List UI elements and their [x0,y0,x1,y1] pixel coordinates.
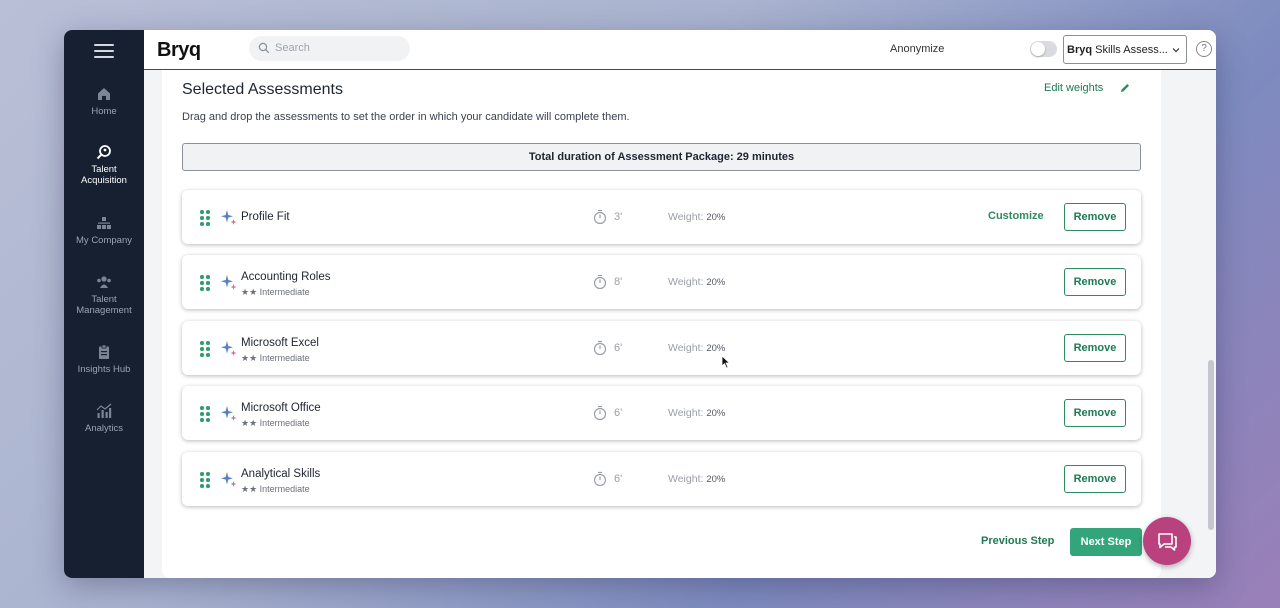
search-placeholder: Search [275,42,310,54]
sparkle-icon [221,406,237,421]
search-input[interactable]: Search [249,36,410,61]
sidebar-item-home[interactable]: Home [64,86,144,117]
timer-icon [593,274,607,290]
org-chart-icon [97,217,111,229]
sidebar-item-label: Talent Acquisition [81,164,127,186]
scrollbar[interactable] [1208,360,1214,530]
sparkle-icon [221,341,237,356]
assessment-duration: 8' [614,276,623,288]
analytics-icon [96,403,112,418]
mouse-cursor-icon [721,355,731,369]
timer-icon [593,340,607,356]
hamburger-menu-icon[interactable] [94,44,114,58]
remove-button[interactable]: Remove [1064,203,1126,231]
help-icon[interactable]: ? [1196,41,1212,57]
sidebar-item-label: Talent Management [76,294,132,316]
assessment-name: Microsoft Excel [241,337,319,349]
assessment-duration: 6' [614,473,623,485]
assessment-name: Analytical Skills [241,468,321,480]
assessment-row[interactable]: Profile Fit 3' Weight: 20% Customize Rem… [182,190,1141,244]
edit-weights-link[interactable]: Edit weights [1044,82,1103,94]
sparkle-icon [221,210,237,225]
app-window: Home Talent Acquisition My Company Talen… [64,30,1216,578]
selected-assessments-card: Selected Assessments Edit weights Drag a… [162,70,1161,578]
assessment-weight: Weight: 20% [668,473,726,485]
sidebar-item-my-company[interactable]: My Company [64,215,144,246]
timer-icon [593,471,607,487]
assessment-weight: Weight: 20% [668,407,726,419]
remove-button[interactable]: Remove [1064,268,1126,296]
anonymize-label: Anonymize [890,43,945,55]
assessment-level: ★★ Intermediate [241,484,310,494]
chevron-down-icon [1172,48,1180,53]
drag-handle-icon[interactable] [200,472,210,488]
assessment-duration: 3' [614,211,623,223]
sidebar-item-label: Analytics [84,423,123,434]
total-duration-banner: Total duration of Assessment Package: 29… [182,143,1141,171]
search-icon [258,42,270,54]
top-bar: Bryq Search Anonymize Bryq Skills Assess… [144,30,1216,70]
timer-icon [593,209,607,225]
page-title: Selected Assessments [182,81,343,98]
home-icon [98,88,110,100]
chat-button[interactable] [1143,517,1191,565]
drag-handle-icon[interactable] [200,406,210,422]
anonymize-toggle[interactable] [1030,41,1057,57]
bryq-logo[interactable]: Bryq [157,39,201,62]
timer-icon [593,405,607,421]
people-icon [97,276,111,288]
pencil-icon[interactable] [1119,82,1131,94]
assessment-name: Profile Fit [241,211,290,223]
drag-handle-icon[interactable] [200,341,210,357]
sidebar-item-insights-hub[interactable]: Insights Hub [64,344,144,375]
sidebar-item-label: Home [91,106,117,117]
assessment-row[interactable]: Microsoft Office ★★ Intermediate 6' Weig… [182,386,1141,440]
assessment-row[interactable]: Microsoft Excel ★★ Intermediate 6' Weigh… [182,321,1141,375]
sidebar-item-analytics[interactable]: Analytics [64,403,144,434]
sidebar-item-label: My Company [76,235,132,246]
select-value: Skills Assess... [1095,44,1168,56]
sidebar: Home Talent Acquisition My Company Talen… [64,30,144,578]
remove-button[interactable]: Remove [1064,465,1126,493]
drag-handle-icon[interactable] [200,210,210,226]
sidebar-item-label: Insights Hub [77,364,131,375]
sparkle-icon [221,275,237,290]
assessment-level: ★★ Intermediate [241,287,310,297]
chat-icon [1158,533,1177,551]
sidebar-item-talent-acquisition[interactable]: Talent Acquisition [64,144,144,186]
talent-acquisition-icon [96,145,111,160]
assessment-package-select[interactable]: Bryq Skills Assess... [1063,35,1187,64]
assessment-weight: Weight: 20% [668,342,726,354]
assessment-weight: Weight: 20% [668,276,726,288]
assessment-level: ★★ Intermediate [241,353,310,363]
customize-button[interactable]: Customize [988,210,1044,222]
assessment-row[interactable]: Analytical Skills ★★ Intermediate 6' Wei… [182,452,1141,506]
clipboard-icon [99,344,109,359]
assessment-name: Accounting Roles [241,271,331,283]
sparkle-icon [221,472,237,487]
remove-button[interactable]: Remove [1064,334,1126,362]
previous-step-button[interactable]: Previous Step [981,535,1054,547]
drag-handle-icon[interactable] [200,275,210,291]
select-brand: Bryq [1067,44,1093,56]
assessment-weight: Weight: 20% [668,211,726,223]
assessment-duration: 6' [614,407,623,419]
assessment-name: Microsoft Office [241,402,321,414]
assessment-row[interactable]: Accounting Roles ★★ Intermediate 8' Weig… [182,255,1141,309]
assessment-duration: 6' [614,342,623,354]
assessment-level: ★★ Intermediate [241,418,310,428]
sidebar-item-talent-management[interactable]: Talent Management [64,274,144,316]
next-step-button[interactable]: Next Step [1070,528,1142,556]
instructions-text: Drag and drop the assessments to set the… [182,111,630,123]
remove-button[interactable]: Remove [1064,399,1126,427]
main-content: Selected Assessments Edit weights Drag a… [144,70,1216,578]
